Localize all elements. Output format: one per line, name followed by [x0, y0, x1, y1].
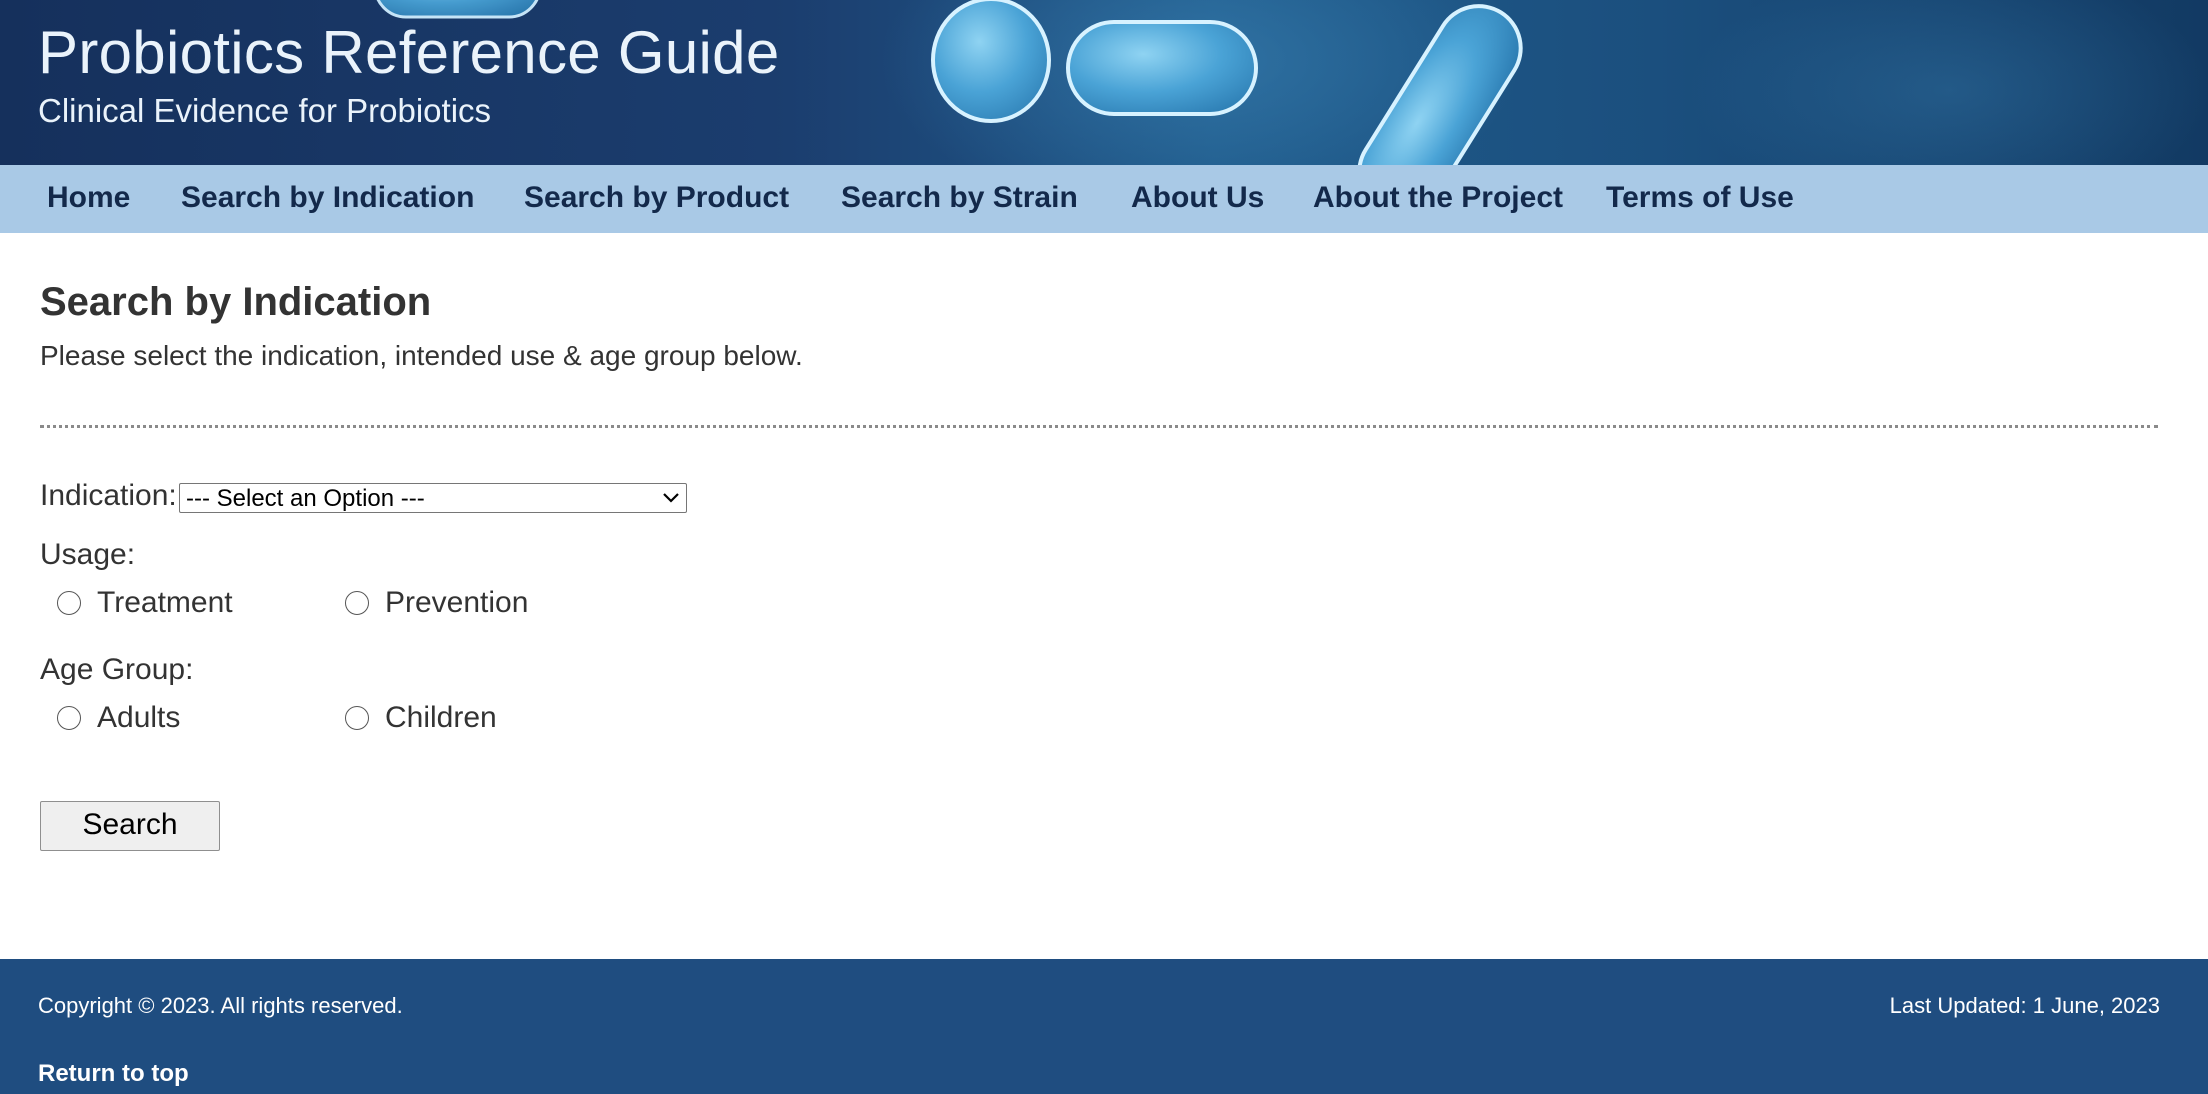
radio-circle-icon — [57, 591, 81, 615]
chevron-down-icon — [663, 493, 679, 503]
site-header: Probiotics Reference Guide Clinical Evid… — [0, 0, 2208, 165]
dotted-divider — [40, 425, 2158, 428]
age-children-label: Children — [385, 701, 497, 734]
nav-search-by-product[interactable]: Search by Product — [524, 165, 789, 233]
main-navigation: Home Search by Indication Search by Prod… — [0, 165, 2208, 233]
last-updated-text: Last Updated: 1 June, 2023 — [1889, 993, 2160, 1018]
page-intro: Please select the indication, intended u… — [40, 340, 803, 371]
usage-prevention-label: Prevention — [385, 586, 529, 619]
site-footer: Copyright © 2023. All rights reserved. L… — [0, 959, 2208, 1094]
indication-select-value: --- Select an Option --- — [186, 485, 425, 512]
nav-search-by-indication[interactable]: Search by Indication — [181, 165, 474, 233]
return-to-top-link[interactable]: Return to top — [38, 1060, 189, 1088]
radio-circle-icon — [345, 706, 369, 730]
copyright-text: Copyright © 2023. All rights reserved. — [38, 993, 403, 1018]
site-title: Probiotics Reference Guide — [38, 19, 780, 86]
indication-select[interactable]: --- Select an Option --- — [179, 483, 687, 513]
age-group-label: Age Group: — [40, 653, 194, 686]
radio-circle-icon — [345, 591, 369, 615]
nav-home[interactable]: Home — [47, 165, 130, 233]
nav-terms-of-use[interactable]: Terms of Use — [1606, 165, 1794, 233]
site-subtitle: Clinical Evidence for Probiotics — [38, 92, 492, 129]
indication-label: Indication: — [40, 479, 177, 512]
age-adults-label: Adults — [97, 701, 181, 734]
nav-search-by-strain[interactable]: Search by Strain — [841, 165, 1078, 233]
radio-circle-icon — [57, 706, 81, 730]
page-title: Search by Indication — [40, 280, 432, 324]
nav-about-us[interactable]: About Us — [1131, 165, 1264, 233]
usage-label: Usage: — [40, 538, 136, 571]
nav-about-the-project[interactable]: About the Project — [1313, 165, 1563, 233]
usage-treatment-label: Treatment — [97, 586, 233, 619]
search-button[interactable]: Search — [40, 801, 220, 851]
